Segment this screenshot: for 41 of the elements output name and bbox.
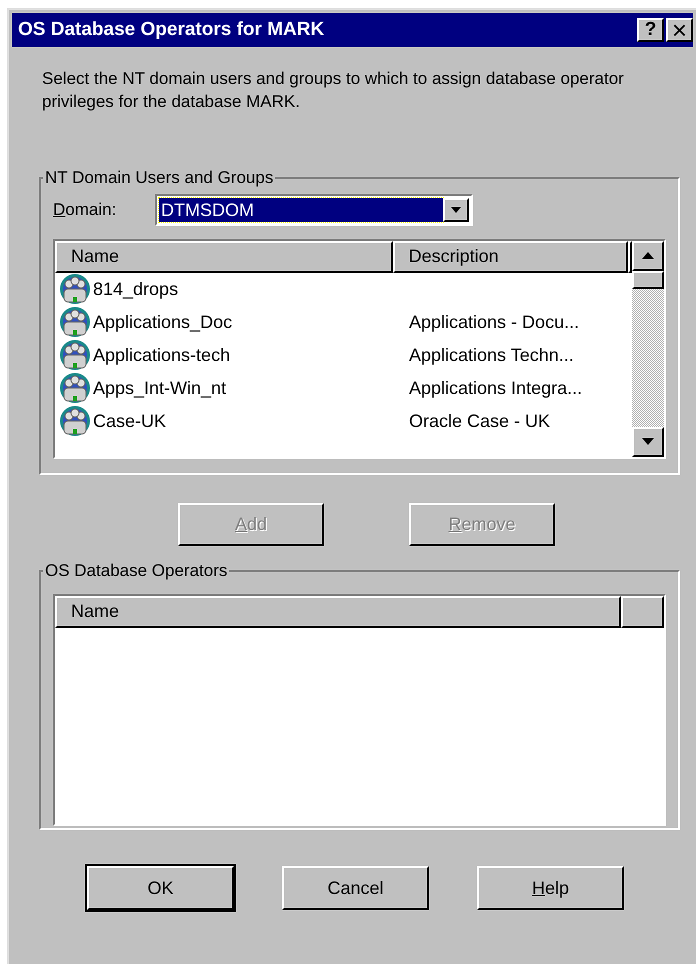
group-name[interactable]: Applications-tech [93,342,230,368]
scroll-down-button[interactable] [632,426,664,456]
group-description: Applications - Docu... [408,310,580,334]
user-group-icon [59,372,91,404]
group-name[interactable]: 814_drops [93,276,178,302]
instruction-text: Select the NT domain users and groups to which to assign database operator privileges for the database MARK. [42,68,625,113]
scroll-up-button[interactable] [632,240,664,270]
group-title: OS Database Operators [44,560,228,582]
down-arrow-icon [642,438,654,445]
up-arrow-icon [642,252,654,259]
domain-value: DTMSDOM [159,198,443,222]
group-description: Applications Techn... [408,344,574,367]
user-group-icon [59,405,91,437]
group-name[interactable]: Case-UK [93,408,166,434]
column-header[interactable]: Name [55,240,393,272]
user-group-icon [59,273,91,305]
dropdown-button[interactable] [443,198,469,222]
close-button[interactable]: × [666,18,693,42]
domain-dropdown[interactable]: DTMSDOM [155,194,473,226]
group-description: Applications Integra... [408,376,582,400]
help-button[interactable]: ? [637,18,664,42]
users-list[interactable]: Name Description 814_drops Applications_Doc Applications - Docu... Applications-tech Applications Techn... Apps_Int-Win_nt Applications Integra... Case-UK Oracle Case - UK [53,238,666,458]
group-name[interactable]: Apps_Int-Win_nt [93,374,226,402]
scroll-thumb[interactable] [632,270,664,288]
group-name[interactable]: Applications_Doc [93,308,232,336]
column-header[interactable]: Name [55,596,621,628]
user-group-icon [59,306,91,338]
column-header [628,240,632,272]
cancel-button[interactable]: Cancel [282,866,429,910]
down-arrow-icon [451,206,461,212]
group-title: NT Domain Users and Groups [44,167,274,189]
column-header [621,596,664,628]
ok-button[interactable]: OK [87,866,234,910]
group-description: Oracle Case - UK [408,410,550,432]
user-group-icon [59,339,91,371]
scrollbar[interactable] [632,240,664,456]
help-button[interactable]: Help [477,866,624,910]
window-title: OS Database Operators for MARK [18,18,326,42]
operators-list[interactable]: Name [53,594,666,826]
domain-label: Domain: [53,198,118,221]
column-header[interactable]: Description [392,240,628,272]
